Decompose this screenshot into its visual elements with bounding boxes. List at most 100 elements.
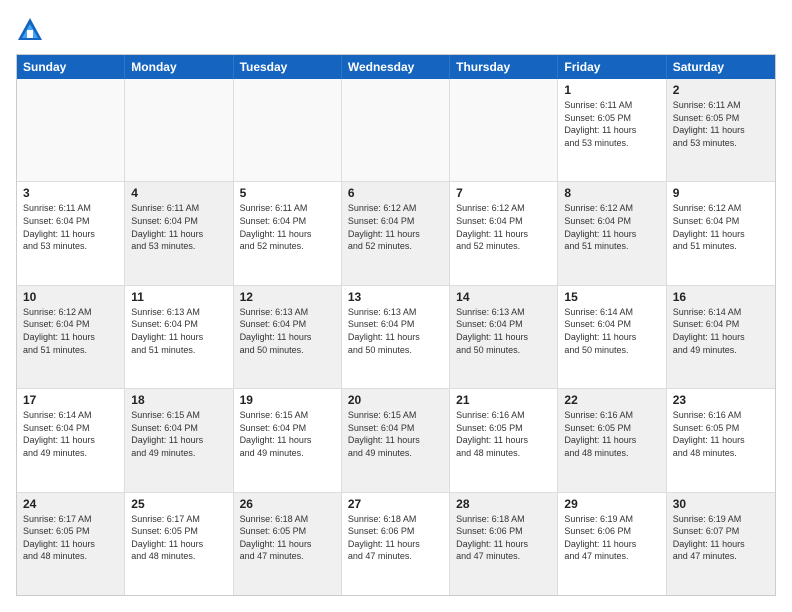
calendar-cell: 23 Sunrise: 6:16 AM Sunset: 6:05 PM Dayli… bbox=[667, 389, 775, 491]
calendar-cell: 24 Sunrise: 6:17 AM Sunset: 6:05 PM Dayli… bbox=[17, 493, 125, 595]
calendar-cell: 25 Sunrise: 6:17 AM Sunset: 6:05 PM Dayli… bbox=[125, 493, 233, 595]
calendar-cell: 1 Sunrise: 6:11 AM Sunset: 6:05 PM Daylig… bbox=[558, 79, 666, 181]
day-info: Sunrise: 6:12 AM Sunset: 6:04 PM Dayligh… bbox=[564, 202, 659, 252]
calendar-row: 3 Sunrise: 6:11 AM Sunset: 6:04 PM Daylig… bbox=[17, 181, 775, 284]
calendar-cell: 28 Sunrise: 6:18 AM Sunset: 6:06 PM Dayli… bbox=[450, 493, 558, 595]
calendar-row: 10 Sunrise: 6:12 AM Sunset: 6:04 PM Dayli… bbox=[17, 285, 775, 388]
day-number: 16 bbox=[673, 290, 769, 304]
calendar-cell: 10 Sunrise: 6:12 AM Sunset: 6:04 PM Dayli… bbox=[17, 286, 125, 388]
calendar-row: 1 Sunrise: 6:11 AM Sunset: 6:05 PM Daylig… bbox=[17, 79, 775, 181]
calendar-cell: 3 Sunrise: 6:11 AM Sunset: 6:04 PM Daylig… bbox=[17, 182, 125, 284]
calendar-cell: 2 Sunrise: 6:11 AM Sunset: 6:05 PM Daylig… bbox=[667, 79, 775, 181]
logo-icon bbox=[16, 16, 44, 44]
day-number: 3 bbox=[23, 186, 118, 200]
calendar-cell bbox=[450, 79, 558, 181]
day-number: 20 bbox=[348, 393, 443, 407]
calendar-cell: 21Sunrise: 6:16 AM Sunset: 6:05 PM Dayli… bbox=[450, 389, 558, 491]
day-number: 12 bbox=[240, 290, 335, 304]
day-info: Sunrise: 6:14 AM Sunset: 6:04 PM Dayligh… bbox=[564, 306, 659, 356]
calendar-cell: 13 Sunrise: 6:13 AM Sunset: 6:04 PM Dayli… bbox=[342, 286, 450, 388]
day-number: 18 bbox=[131, 393, 226, 407]
day-number: 22 bbox=[564, 393, 659, 407]
calendar-cell: 5 Sunrise: 6:11 AM Sunset: 6:04 PM Daylig… bbox=[234, 182, 342, 284]
calendar-day-header: Thursday bbox=[450, 55, 558, 79]
calendar-cell: 27Sunrise: 6:18 AM Sunset: 6:06 PM Dayli… bbox=[342, 493, 450, 595]
calendar-cell: 18 Sunrise: 6:15 AM Sunset: 6:04 PM Dayli… bbox=[125, 389, 233, 491]
day-info: Sunrise: 6:13 AM Sunset: 6:04 PM Dayligh… bbox=[348, 306, 443, 356]
day-info: Sunrise: 6:14 AM Sunset: 6:04 PM Dayligh… bbox=[23, 409, 118, 459]
calendar-cell: 15 Sunrise: 6:14 AM Sunset: 6:04 PM Dayli… bbox=[558, 286, 666, 388]
day-info: Sunrise: 6:13 AM Sunset: 6:04 PM Dayligh… bbox=[456, 306, 551, 356]
day-number: 15 bbox=[564, 290, 659, 304]
calendar-body: 1 Sunrise: 6:11 AM Sunset: 6:05 PM Daylig… bbox=[17, 79, 775, 595]
day-info: Sunrise: 6:16 AM Sunset: 6:05 PM Dayligh… bbox=[673, 409, 769, 459]
logo bbox=[16, 16, 48, 44]
calendar-cell: 17 Sunrise: 6:14 AM Sunset: 6:04 PM Dayli… bbox=[17, 389, 125, 491]
day-number: 27 bbox=[348, 497, 443, 511]
day-info: Sunrise: 6:19 AM Sunset: 6:07 PM Dayligh… bbox=[673, 513, 769, 563]
day-number: 30 bbox=[673, 497, 769, 511]
calendar-cell: 8 Sunrise: 6:12 AM Sunset: 6:04 PM Daylig… bbox=[558, 182, 666, 284]
day-number: 2 bbox=[673, 83, 769, 97]
day-number: 8 bbox=[564, 186, 659, 200]
calendar-cell: 26 Sunrise: 6:18 AM Sunset: 6:05 PM Dayli… bbox=[234, 493, 342, 595]
calendar: SundayMondayTuesdayWednesdayThursdayFrid… bbox=[16, 54, 776, 596]
day-info: Sunrise: 6:18 AM Sunset: 6:06 PM Dayligh… bbox=[456, 513, 551, 563]
day-number: 5 bbox=[240, 186, 335, 200]
day-number: 29 bbox=[564, 497, 659, 511]
calendar-day-header: Friday bbox=[558, 55, 666, 79]
day-info: Sunrise: 6:17 AM Sunset: 6:05 PM Dayligh… bbox=[131, 513, 226, 563]
calendar-day-header: Sunday bbox=[17, 55, 125, 79]
day-info: Sunrise: 6:18 AM Sunset: 6:05 PM Dayligh… bbox=[240, 513, 335, 563]
calendar-row: 24 Sunrise: 6:17 AM Sunset: 6:05 PM Dayli… bbox=[17, 492, 775, 595]
day-number: 9 bbox=[673, 186, 769, 200]
day-info: Sunrise: 6:15 AM Sunset: 6:04 PM Dayligh… bbox=[240, 409, 335, 459]
day-info: Sunrise: 6:11 AM Sunset: 6:05 PM Dayligh… bbox=[564, 99, 659, 149]
day-number: 25 bbox=[131, 497, 226, 511]
day-number: 13 bbox=[348, 290, 443, 304]
day-info: Sunrise: 6:12 AM Sunset: 6:04 PM Dayligh… bbox=[348, 202, 443, 252]
day-number: 17 bbox=[23, 393, 118, 407]
calendar-cell: 30 Sunrise: 6:19 AM Sunset: 6:07 PM Dayli… bbox=[667, 493, 775, 595]
day-info: Sunrise: 6:13 AM Sunset: 6:04 PM Dayligh… bbox=[131, 306, 226, 356]
calendar-cell: 11Sunrise: 6:13 AM Sunset: 6:04 PM Dayli… bbox=[125, 286, 233, 388]
calendar-cell: 12 Sunrise: 6:13 AM Sunset: 6:04 PM Dayli… bbox=[234, 286, 342, 388]
day-number: 21 bbox=[456, 393, 551, 407]
day-info: Sunrise: 6:19 AM Sunset: 6:06 PM Dayligh… bbox=[564, 513, 659, 563]
day-info: Sunrise: 6:15 AM Sunset: 6:04 PM Dayligh… bbox=[131, 409, 226, 459]
day-info: Sunrise: 6:11 AM Sunset: 6:04 PM Dayligh… bbox=[23, 202, 118, 252]
calendar-day-header: Saturday bbox=[667, 55, 775, 79]
day-info: Sunrise: 6:15 AM Sunset: 6:04 PM Dayligh… bbox=[348, 409, 443, 459]
day-info: Sunrise: 6:13 AM Sunset: 6:04 PM Dayligh… bbox=[240, 306, 335, 356]
day-info: Sunrise: 6:17 AM Sunset: 6:05 PM Dayligh… bbox=[23, 513, 118, 563]
day-info: Sunrise: 6:12 AM Sunset: 6:04 PM Dayligh… bbox=[23, 306, 118, 356]
day-number: 4 bbox=[131, 186, 226, 200]
calendar-cell: 9 Sunrise: 6:12 AM Sunset: 6:04 PM Daylig… bbox=[667, 182, 775, 284]
day-number: 10 bbox=[23, 290, 118, 304]
calendar-cell: 22Sunrise: 6:16 AM Sunset: 6:05 PM Dayli… bbox=[558, 389, 666, 491]
day-number: 24 bbox=[23, 497, 118, 511]
calendar-day-header: Monday bbox=[125, 55, 233, 79]
day-number: 19 bbox=[240, 393, 335, 407]
day-number: 28 bbox=[456, 497, 551, 511]
calendar-cell bbox=[125, 79, 233, 181]
day-info: Sunrise: 6:11 AM Sunset: 6:04 PM Dayligh… bbox=[131, 202, 226, 252]
day-info: Sunrise: 6:14 AM Sunset: 6:04 PM Dayligh… bbox=[673, 306, 769, 356]
day-info: Sunrise: 6:12 AM Sunset: 6:04 PM Dayligh… bbox=[456, 202, 551, 252]
day-number: 26 bbox=[240, 497, 335, 511]
calendar-header: SundayMondayTuesdayWednesdayThursdayFrid… bbox=[17, 55, 775, 79]
calendar-cell bbox=[17, 79, 125, 181]
day-info: Sunrise: 6:12 AM Sunset: 6:04 PM Dayligh… bbox=[673, 202, 769, 252]
calendar-cell: 16 Sunrise: 6:14 AM Sunset: 6:04 PM Dayli… bbox=[667, 286, 775, 388]
day-info: Sunrise: 6:11 AM Sunset: 6:05 PM Dayligh… bbox=[673, 99, 769, 149]
calendar-cell bbox=[234, 79, 342, 181]
day-number: 23 bbox=[673, 393, 769, 407]
calendar-day-header: Wednesday bbox=[342, 55, 450, 79]
calendar-cell: 6Sunrise: 6:12 AM Sunset: 6:04 PM Daylig… bbox=[342, 182, 450, 284]
day-info: Sunrise: 6:11 AM Sunset: 6:04 PM Dayligh… bbox=[240, 202, 335, 252]
calendar-cell: 4 Sunrise: 6:11 AM Sunset: 6:04 PM Daylig… bbox=[125, 182, 233, 284]
calendar-day-header: Tuesday bbox=[234, 55, 342, 79]
calendar-cell: 19 Sunrise: 6:15 AM Sunset: 6:04 PM Dayli… bbox=[234, 389, 342, 491]
day-number: 1 bbox=[564, 83, 659, 97]
calendar-cell: 20 Sunrise: 6:15 AM Sunset: 6:04 PM Dayli… bbox=[342, 389, 450, 491]
